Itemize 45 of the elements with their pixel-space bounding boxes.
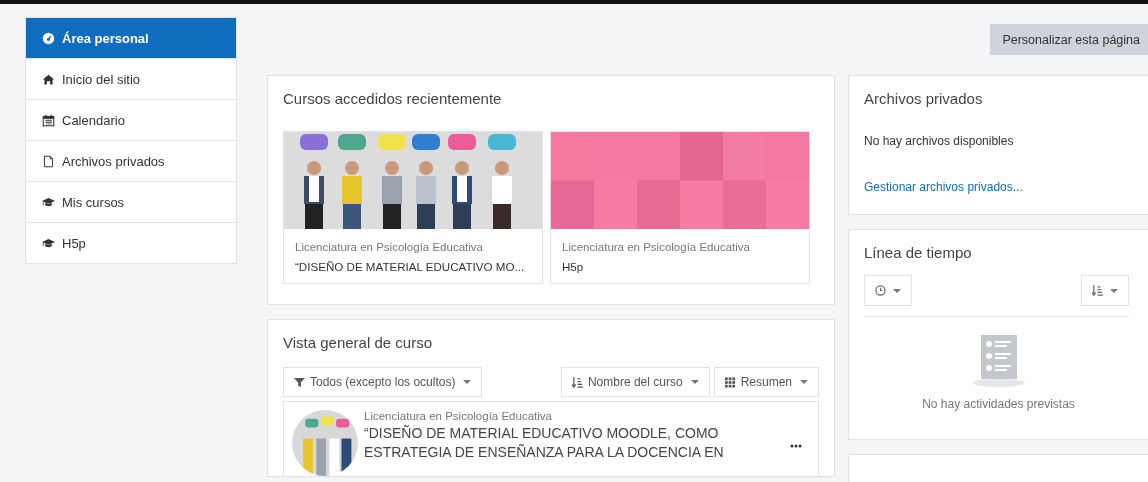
sidebar-item[interactable]: Mis cursos: [26, 181, 236, 222]
course-card[interactable]: Licenciatura en Psicología Educativa “DISEÑO DE MATERIAL EDUCATIVO MO...: [283, 131, 543, 284]
empty-message: No hay archivos disponibles: [864, 134, 1015, 148]
sidebar-item[interactable]: Calendario: [26, 99, 236, 140]
course-name[interactable]: “DISEÑO DE MATERIAL EDUCATIVO MO...: [295, 260, 525, 273]
sidebar-item[interactable]: Archivos privados: [26, 140, 236, 181]
sort-icon: [1092, 285, 1103, 296]
sort-icon: [571, 376, 583, 388]
file-icon: [42, 154, 55, 168]
sidebar-item[interactable]: H5p: [26, 222, 236, 263]
course-category: Licenciatura en Psicología Educativa: [364, 410, 553, 422]
card-title: Archivos privados: [864, 90, 984, 107]
sort-dropdown[interactable]: Nombre del curso: [560, 367, 710, 397]
manage-files-link[interactable]: Gestionar archivos privados...: [864, 180, 1133, 194]
sidebar-item[interactable]: Inicio del sitio: [26, 58, 236, 99]
sort-dropdown[interactable]: [1081, 275, 1129, 306]
dashboard-icon: [42, 31, 55, 45]
home-icon: [42, 72, 55, 86]
course-name[interactable]: H5p: [562, 260, 584, 273]
caret-icon: [690, 380, 699, 384]
caret-icon: [463, 380, 472, 384]
clock-icon: [875, 285, 886, 296]
course-name[interactable]: “DISEÑO DE MATERIAL EDUCATIVO MOODLE, COMO ESTRATEGIA DE ENSEÑANZA PARA LA DOCENCIA EN: [364, 424, 772, 462]
card-title: Cursos accedidos recientemente: [283, 90, 503, 107]
filter-icon: [294, 376, 305, 388]
empty-message: No hay actividades previstas: [922, 397, 1075, 411]
customize-page-button[interactable]: Personalizar esta página: [990, 24, 1148, 55]
graduation-cap-icon: [42, 236, 55, 250]
graduation-cap-icon: [42, 195, 55, 209]
course-category: Licenciatura en Psicología Educativa: [295, 241, 483, 253]
calendar-icon: [42, 113, 55, 127]
sidebar-item[interactable]: Área personal: [26, 18, 236, 58]
filter-dropdown[interactable]: Todos (excepto los ocultos): [283, 367, 483, 397]
caret-icon: [1110, 288, 1118, 293]
card-title: Vista general de curso: [283, 334, 433, 351]
course-category: Licenciatura en Psicología Educativa: [562, 241, 750, 253]
course-row[interactable]: Licenciatura en Psicología Educativa “DISEÑO DE MATERIAL EDUCATIVO MOODLE, COMO ESTRATEGIA DE ENSEÑANZA PARA LA DOCENCIA EN: [283, 401, 819, 476]
time-filter-dropdown[interactable]: [864, 275, 912, 306]
course-card[interactable]: Licenciatura en Psicología Educativa H5p: [550, 131, 810, 284]
caret-icon: [800, 380, 808, 384]
view-dropdown[interactable]: Resumen: [713, 367, 819, 397]
card-title: Línea de tiempo: [864, 244, 973, 261]
grid-icon: [724, 376, 736, 388]
more-options-icon[interactable]: [790, 444, 802, 448]
caret-icon: [893, 288, 901, 293]
